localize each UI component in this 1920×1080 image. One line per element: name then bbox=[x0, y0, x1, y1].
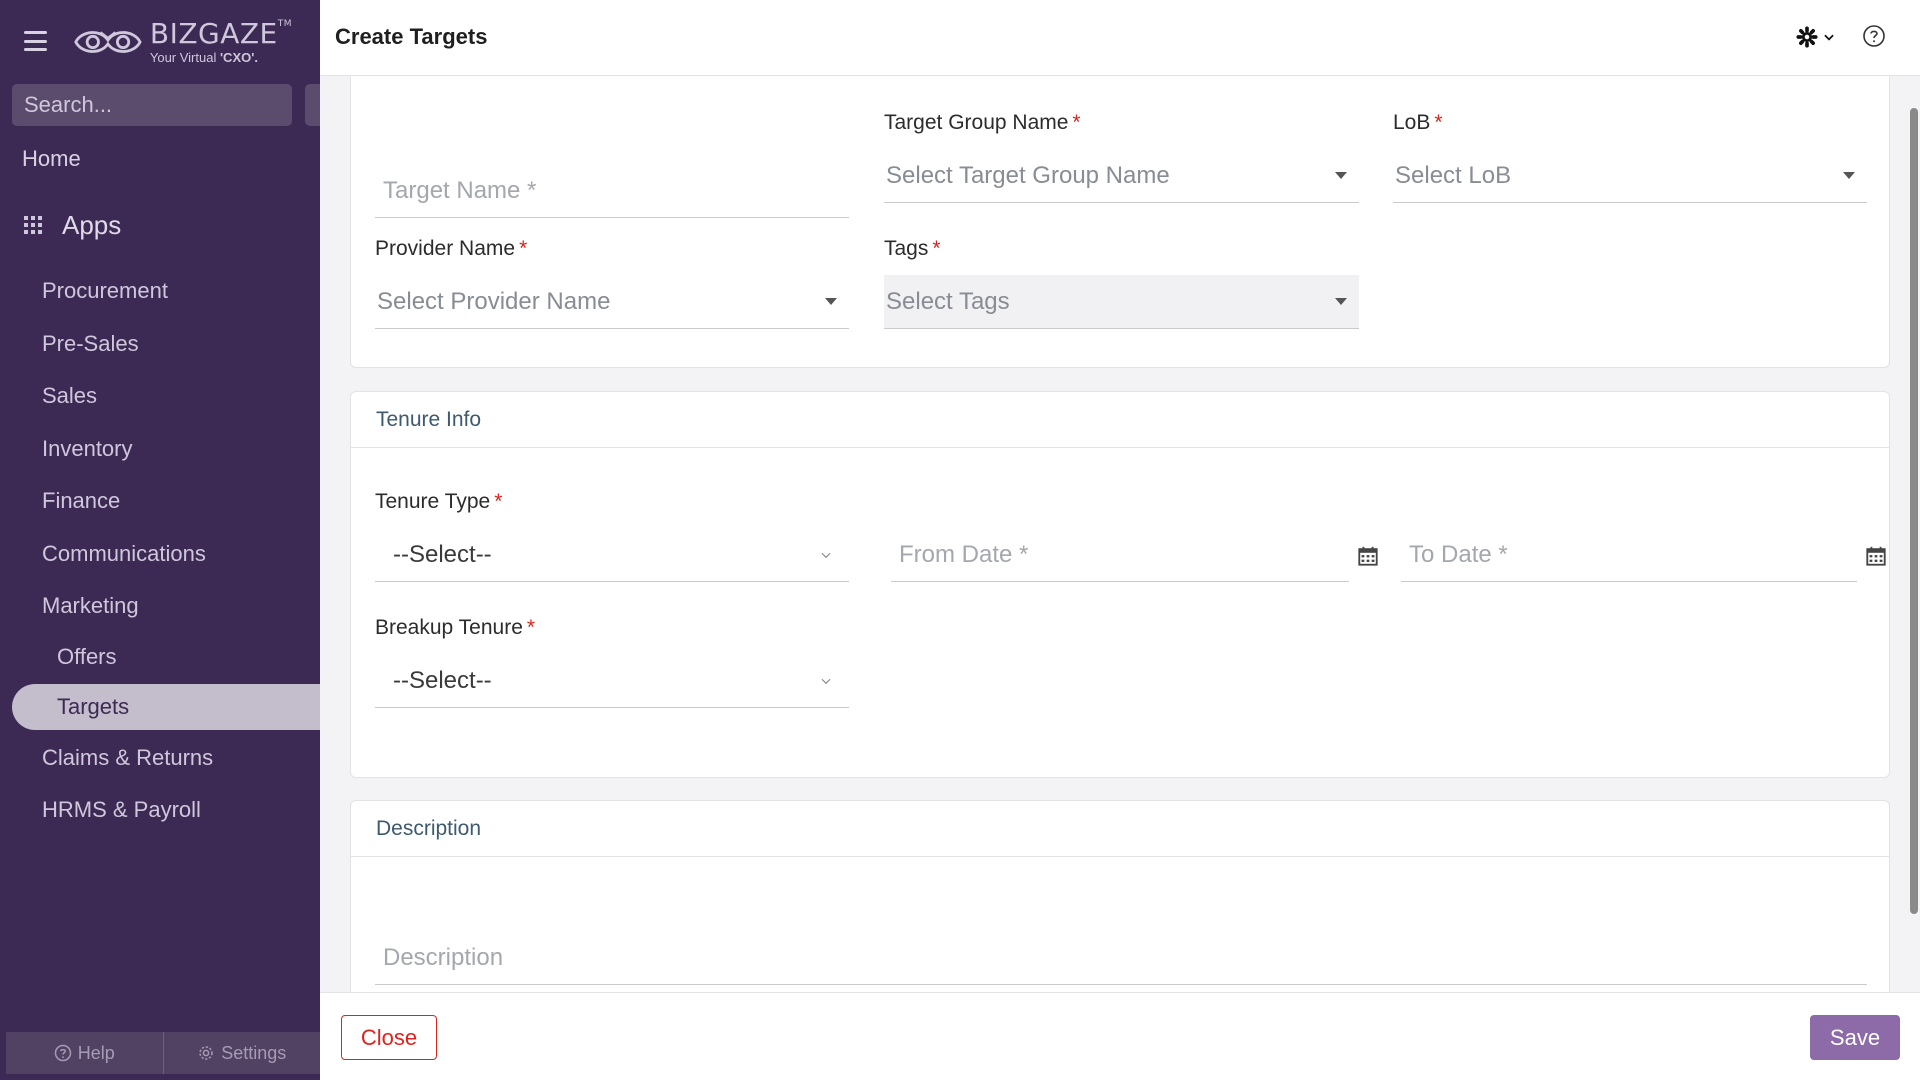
from-date-field bbox=[891, 528, 1349, 584]
tenure-info-header: Tenure Info bbox=[351, 392, 1889, 448]
settings-gear-icon bbox=[199, 1046, 213, 1060]
chevron-down-icon bbox=[821, 552, 831, 558]
breakup-tenure-label: Breakup Tenure bbox=[375, 616, 523, 639]
caret-down-icon bbox=[1335, 298, 1347, 305]
sidebar-item-procurement[interactable]: Procurement bbox=[0, 265, 320, 318]
help-label: Help bbox=[77, 1042, 115, 1063]
tags-field: Tags * Select Tags bbox=[884, 237, 1359, 367]
sidebar-item-hrms-payroll[interactable]: HRMS & Payroll bbox=[0, 784, 320, 837]
sidebar-footer: Help Settings bbox=[6, 1032, 320, 1074]
breakup-tenure-select[interactable]: --Select-- bbox=[375, 654, 849, 708]
required-mark: * bbox=[1072, 111, 1081, 134]
required-mark: * bbox=[519, 237, 528, 260]
lob-select[interactable]: Select LoB bbox=[1393, 149, 1867, 203]
settings-button[interactable]: Settings bbox=[162, 1032, 321, 1074]
brand-name: BIZGAZE bbox=[149, 17, 278, 50]
target-group-placeholder: Select Target Group Name bbox=[886, 161, 1170, 189]
target-group-label: Target Group Name bbox=[884, 111, 1069, 134]
gear-icon bbox=[1796, 26, 1818, 48]
tenure-info-card: Tenure Info Tenure Type* --Select-- Brea… bbox=[350, 391, 1890, 778]
breakup-tenure-value: --Select-- bbox=[393, 666, 492, 694]
nav-apps-label: Apps bbox=[62, 210, 122, 240]
help-circle-icon bbox=[54, 1044, 71, 1062]
sidebar: BIZGAZETM Your Virtual 'CXO'. Home Apps … bbox=[0, 0, 320, 1080]
provider-field: Provider Name * Select Provider Name bbox=[375, 237, 849, 367]
logo[interactable]: BIZGAZETM Your Virtual 'CXO'. bbox=[72, 18, 292, 66]
sidebar-item-finance[interactable]: Finance bbox=[0, 475, 320, 528]
caret-down-icon bbox=[1335, 172, 1347, 179]
settings-label: Settings bbox=[221, 1042, 287, 1063]
page-title: Create Targets bbox=[335, 24, 488, 49]
lob-label: LoB bbox=[1393, 111, 1431, 134]
target-group-field: Target Group Name * Select Target Group N… bbox=[884, 111, 1359, 241]
sidebar-item-claims-returns[interactable]: Claims & Returns bbox=[0, 732, 320, 785]
nav-list: Procurement Pre-Sales Sales Inventory Fi… bbox=[0, 265, 320, 837]
owl-logo-icon bbox=[74, 31, 142, 53]
sidebar-search bbox=[12, 84, 312, 126]
nav-apps[interactable]: Apps bbox=[24, 210, 121, 241]
sidebar-item-pre-sales[interactable]: Pre-Sales bbox=[0, 318, 320, 371]
chevron-down-icon bbox=[1824, 34, 1834, 41]
save-button[interactable]: Save bbox=[1810, 1015, 1900, 1060]
help-icon[interactable] bbox=[1862, 24, 1886, 48]
target-details-card: Target Group Name* Select Target Group N… bbox=[350, 76, 1890, 368]
caret-down-icon bbox=[1843, 172, 1855, 179]
required-mark: * bbox=[932, 237, 941, 260]
form-footer: Close Save bbox=[320, 992, 1920, 1080]
tenure-type-value: --Select-- bbox=[393, 540, 492, 568]
required-mark: * bbox=[1434, 111, 1443, 134]
provider-select[interactable]: Select Provider Name bbox=[375, 275, 849, 329]
caret-down-icon bbox=[825, 298, 837, 305]
provider-label: Provider Name bbox=[375, 237, 516, 260]
apps-grid-icon bbox=[24, 215, 44, 236]
sidebar-subitem-targets[interactable]: Targets bbox=[12, 683, 320, 730]
description-header: Description bbox=[351, 801, 1889, 857]
sidebar-item-communications[interactable]: Communications bbox=[0, 528, 320, 581]
lob-placeholder: Select LoB bbox=[1395, 161, 1512, 189]
help-button[interactable]: Help bbox=[6, 1032, 163, 1074]
brand-tagline-bold: 'CXO'. bbox=[219, 50, 258, 65]
description-field bbox=[375, 931, 1867, 991]
target-name-input[interactable] bbox=[375, 164, 849, 218]
sidebar-item-sales[interactable]: Sales bbox=[0, 370, 320, 423]
from-date-input[interactable] bbox=[891, 528, 1349, 582]
search-input[interactable] bbox=[24, 92, 312, 118]
tenure-type-select[interactable]: --Select-- bbox=[375, 528, 849, 582]
search-side-button[interactable] bbox=[305, 84, 320, 126]
close-button[interactable]: Close bbox=[341, 1015, 437, 1060]
tags-placeholder: Select Tags bbox=[886, 287, 1010, 315]
target-name-field bbox=[375, 152, 849, 242]
tenure-type-label: Tenure Type bbox=[375, 490, 491, 513]
required-mark: * bbox=[494, 490, 503, 513]
required-mark: * bbox=[526, 616, 536, 639]
provider-placeholder: Select Provider Name bbox=[377, 287, 611, 315]
topbar: Create Targets bbox=[320, 0, 1920, 76]
target-group-select[interactable]: Select Target Group Name bbox=[884, 149, 1359, 203]
tags-label: Tags bbox=[884, 237, 929, 260]
to-date-field bbox=[1401, 528, 1857, 584]
main-panel: Create Targets Target Group Name* Select… bbox=[320, 0, 1920, 1080]
chevron-down-icon bbox=[821, 678, 831, 684]
sidebar-item-marketing[interactable]: Marketing bbox=[0, 580, 320, 633]
to-date-input[interactable] bbox=[1401, 528, 1857, 582]
sidebar-subitem-offers[interactable]: Offers bbox=[0, 633, 320, 682]
description-input[interactable] bbox=[375, 931, 1867, 985]
trademark: TM bbox=[277, 19, 292, 29]
tenure-type-field: Tenure Type * --Select-- bbox=[375, 490, 849, 620]
nav-home[interactable]: Home bbox=[22, 146, 81, 172]
scrollbar[interactable] bbox=[1910, 108, 1918, 914]
sidebar-header: BIZGAZETM Your Virtual 'CXO'. bbox=[0, 0, 320, 76]
breakup-tenure-field: Breakup Tenure * --Select-- bbox=[375, 616, 849, 746]
page-settings-dropdown[interactable] bbox=[1796, 26, 1836, 48]
menu-icon[interactable] bbox=[24, 31, 47, 51]
calendar-icon[interactable] bbox=[1865, 545, 1887, 567]
tags-select[interactable]: Select Tags bbox=[884, 275, 1359, 329]
calendar-icon[interactable] bbox=[1357, 545, 1379, 567]
sidebar-item-inventory[interactable]: Inventory bbox=[0, 423, 320, 476]
brand-tagline: Your Virtual bbox=[149, 50, 220, 65]
lob-field: LoB * Select LoB bbox=[1393, 111, 1867, 241]
